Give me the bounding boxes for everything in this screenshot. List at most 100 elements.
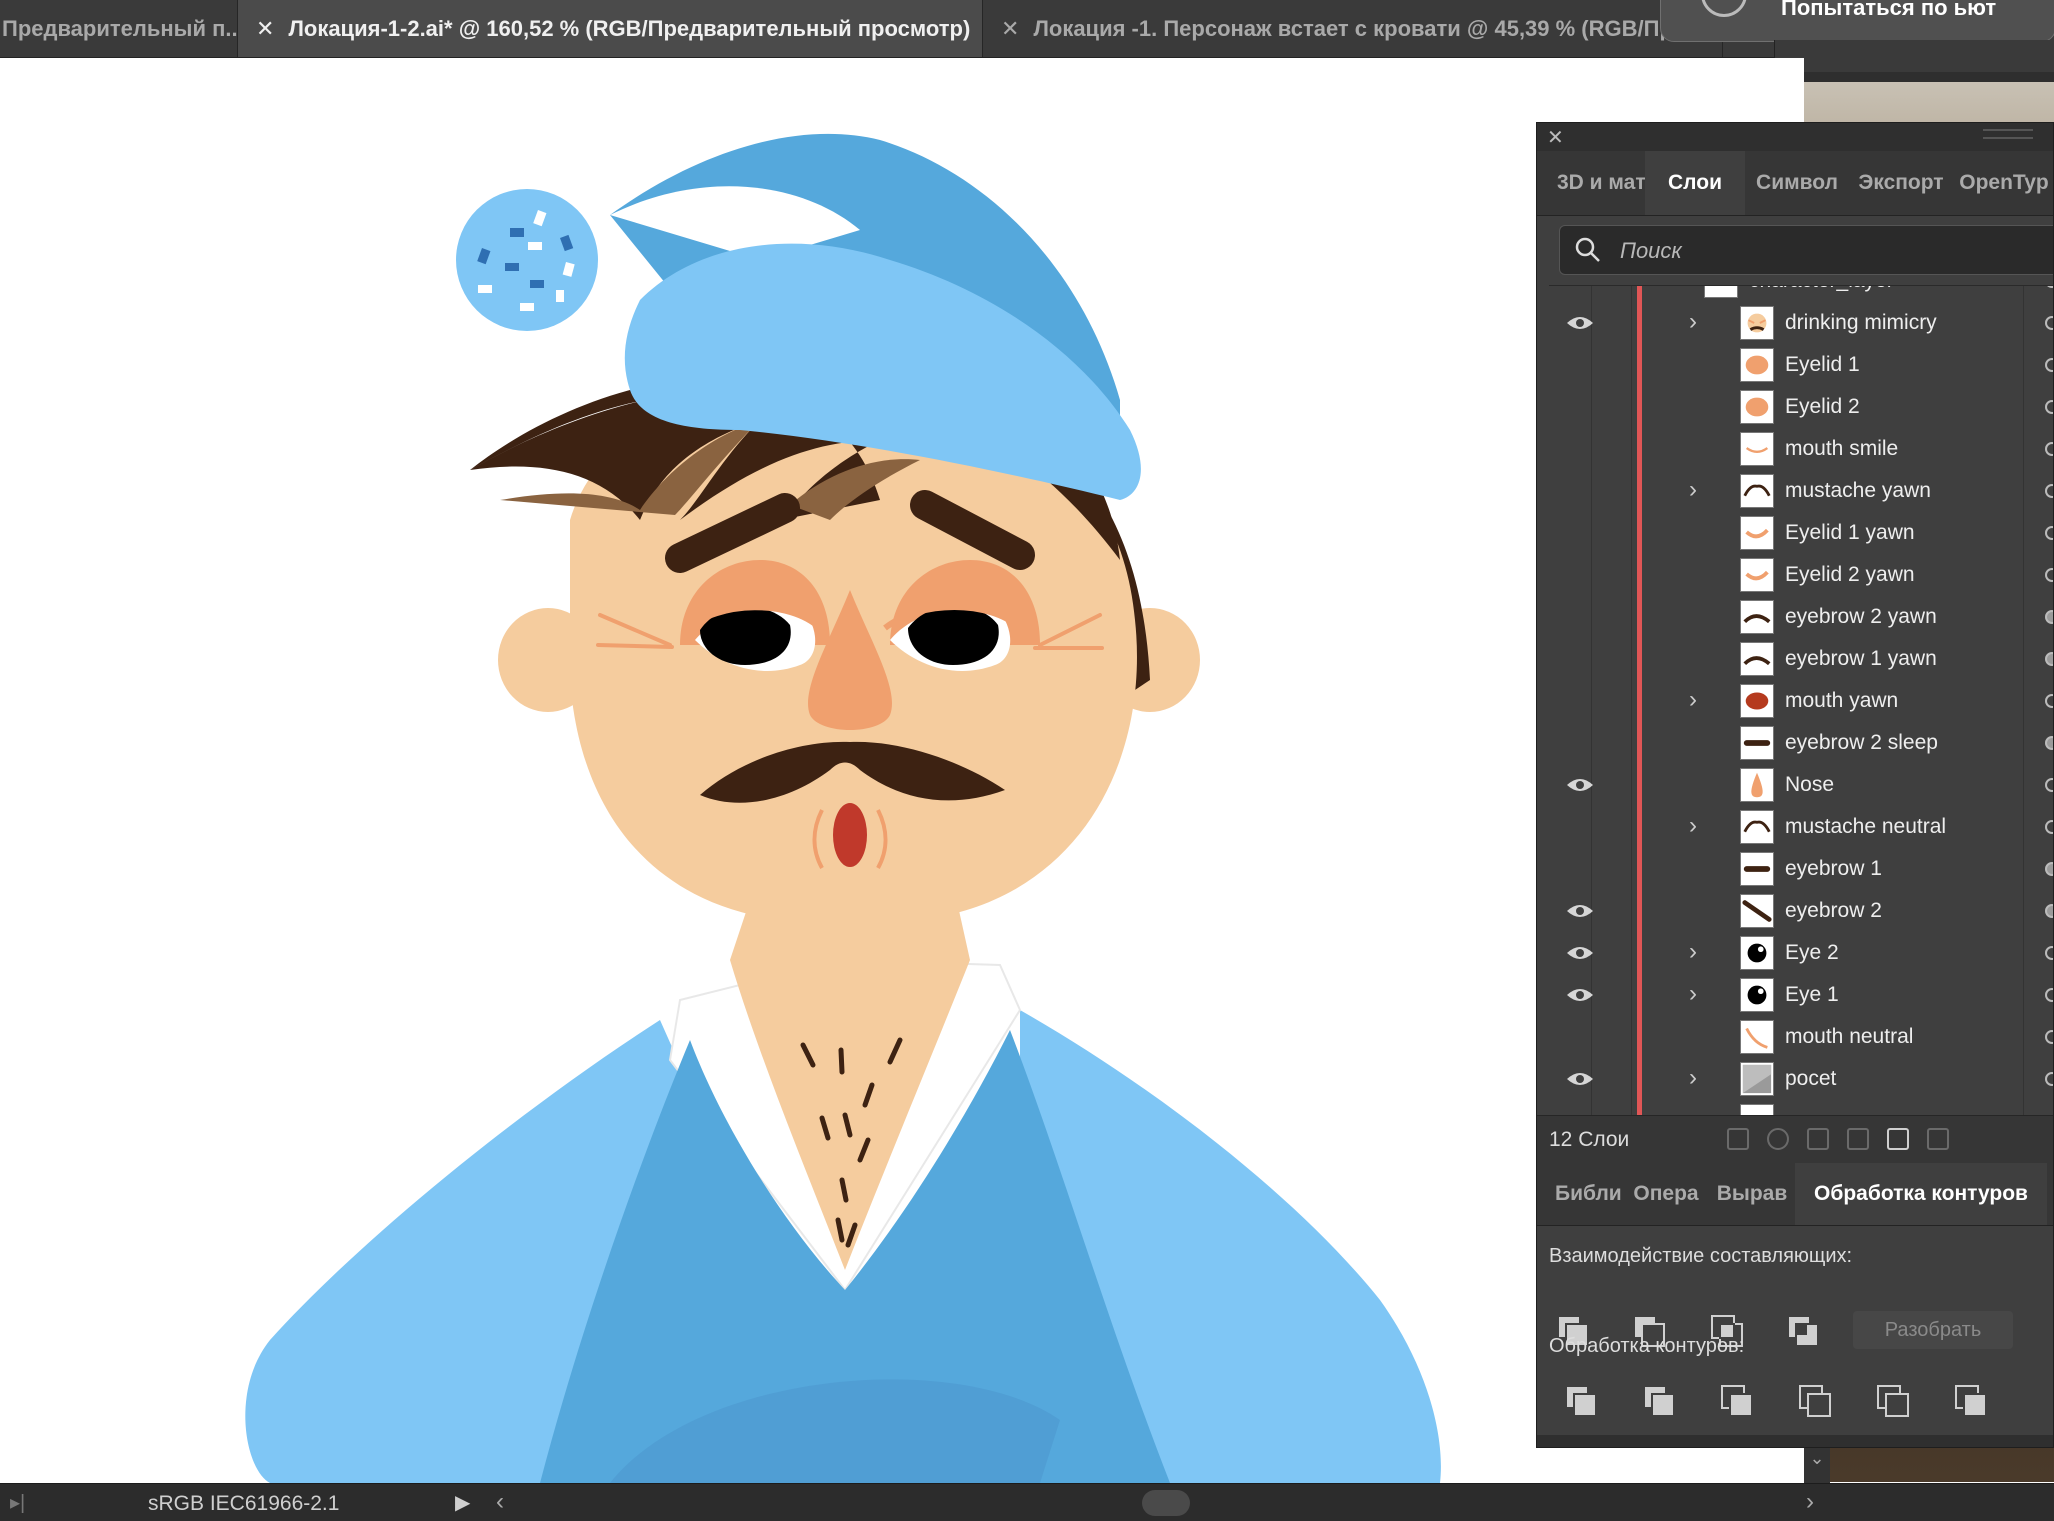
layer-row-partial[interactable] xyxy=(1549,1100,2053,1116)
layer-row[interactable]: eyebrow 1 xyxy=(1549,848,2053,891)
layer-row[interactable]: eyebrow 2 yawn xyxy=(1549,596,2053,639)
merge-button[interactable] xyxy=(1721,1385,1753,1417)
visibility-toggle[interactable] xyxy=(1549,512,1592,554)
lock-toggle[interactable] xyxy=(1591,302,1632,344)
visibility-toggle[interactable] xyxy=(1549,890,1593,932)
target-circle-icon[interactable] xyxy=(2045,568,2053,582)
locate-object-icon[interactable] xyxy=(1767,1128,1789,1150)
chevron-right-icon[interactable]: › xyxy=(1689,308,1697,336)
exclude-button[interactable] xyxy=(1787,1315,1819,1347)
lock-toggle[interactable] xyxy=(1591,554,1632,596)
lock-toggle[interactable] xyxy=(1591,848,1632,890)
target-circle-icon[interactable] xyxy=(2045,610,2053,624)
layer-row-partial[interactable]: character_layer xyxy=(1549,286,2053,303)
new-sublayer-icon[interactable] xyxy=(1847,1128,1869,1150)
layer-row[interactable]: › drinking mimicry xyxy=(1549,302,2053,345)
target-circle-icon[interactable] xyxy=(2045,904,2053,918)
chevron-right-icon[interactable]: › xyxy=(1806,1488,1814,1516)
lock-toggle[interactable] xyxy=(1591,722,1632,764)
target-circle-icon[interactable] xyxy=(2045,442,2053,456)
panel-resize-grip[interactable] xyxy=(1537,1435,2053,1447)
chevron-down-icon[interactable]: ⌄ xyxy=(1804,1448,1830,1483)
chevron-left-icon[interactable]: ‹ xyxy=(496,1488,504,1516)
layer-row[interactable]: eyebrow 1 yawn xyxy=(1549,638,2053,681)
chevron-right-icon[interactable]: › xyxy=(1689,1064,1697,1092)
artboard-nav-icon[interactable]: ▸| xyxy=(10,1490,25,1515)
target-circle-icon[interactable] xyxy=(2045,988,2053,1002)
lock-toggle[interactable] xyxy=(1591,1058,1632,1100)
lock-toggle[interactable] xyxy=(1591,890,1632,932)
lock-toggle[interactable] xyxy=(1591,428,1632,470)
minus-back-button[interactable] xyxy=(1955,1385,1987,1417)
delete-layer-icon[interactable] xyxy=(1927,1128,1949,1150)
lock-toggle[interactable] xyxy=(1591,512,1632,554)
layers-search-field[interactable] xyxy=(1559,225,2053,275)
layer-row[interactable]: eyebrow 2 xyxy=(1549,890,2053,933)
visibility-toggle[interactable] xyxy=(1549,638,1592,680)
clipping-mask-icon[interactable] xyxy=(1807,1128,1829,1150)
layers-list[interactable]: character_layer › drinking mimicry Eyelid … xyxy=(1549,285,2053,1116)
target-circle-icon[interactable] xyxy=(2045,1030,2053,1044)
layer-row[interactable]: Eyelid 1 yawn xyxy=(1549,512,2053,555)
trim-button[interactable] xyxy=(1643,1385,1675,1417)
tab-export[interactable]: Экспорт xyxy=(1849,151,1953,215)
crop-button[interactable] xyxy=(1799,1385,1831,1417)
target-circle-icon[interactable] xyxy=(2045,358,2053,372)
layer-row[interactable]: › Eye 2 xyxy=(1549,932,2053,975)
lock-toggle[interactable] xyxy=(1591,638,1632,680)
layer-row[interactable]: Eyelid 2 yawn xyxy=(1549,554,2053,597)
target-circle-icon[interactable] xyxy=(2045,946,2053,960)
target-circle-icon[interactable] xyxy=(2045,694,2053,708)
visibility-toggle[interactable] xyxy=(1549,1016,1592,1058)
layer-row[interactable]: › mouth yawn xyxy=(1549,680,2053,723)
document-tab-location-1-2[interactable]: ✕ Локация-1-2.ai* @ 160,52 % (RGB/Предва… xyxy=(238,0,983,57)
expand-button[interactable]: Разобрать xyxy=(1853,1311,2013,1349)
visibility-toggle[interactable] xyxy=(1549,554,1592,596)
export-icon[interactable] xyxy=(1727,1128,1749,1150)
tab-3d-materials[interactable]: 3D и мат xyxy=(1537,151,1645,215)
layer-row[interactable]: Eyelid 1 xyxy=(1549,344,2053,387)
horizontal-scrollbar[interactable]: ‹ › xyxy=(496,1488,1814,1516)
layer-row[interactable]: › mustache neutral xyxy=(1549,806,2053,849)
chevron-right-icon[interactable]: › xyxy=(1689,980,1697,1008)
lock-toggle[interactable] xyxy=(1591,596,1632,638)
lock-toggle[interactable] xyxy=(1591,764,1632,806)
visibility-toggle[interactable] xyxy=(1549,932,1593,974)
lock-toggle[interactable] xyxy=(1591,932,1632,974)
scroll-thumb[interactable] xyxy=(1142,1490,1190,1516)
target-circle-icon[interactable] xyxy=(2045,862,2053,876)
tab-libraries[interactable]: Библи xyxy=(1537,1163,1623,1225)
document-tab-location-character[interactable]: ✕ Локация -1. Персонаж встает с кровати … xyxy=(983,0,1723,57)
lock-toggle[interactable] xyxy=(1591,470,1632,512)
chevron-right-icon[interactable]: › xyxy=(1689,686,1697,714)
notification-popup[interactable]: Попытаться по ьют xyxy=(1660,0,2054,42)
tab-layers[interactable]: Слои xyxy=(1645,151,1745,215)
layer-row[interactable]: eyebrow 2 sleep xyxy=(1549,722,2053,765)
layer-row[interactable]: › Eye 1 xyxy=(1549,974,2053,1017)
tab-operations[interactable]: Опера xyxy=(1623,1163,1709,1225)
lock-toggle[interactable] xyxy=(1591,386,1632,428)
lock-toggle[interactable] xyxy=(1591,806,1632,848)
lock-toggle[interactable] xyxy=(1591,1016,1632,1058)
tab-symbols[interactable]: Символ xyxy=(1745,151,1849,215)
target-circle-icon[interactable] xyxy=(2045,400,2053,414)
lock-toggle[interactable] xyxy=(1591,974,1632,1016)
chevron-right-icon[interactable]: › xyxy=(1689,812,1697,840)
visibility-toggle[interactable] xyxy=(1549,974,1593,1016)
target-circle-icon[interactable] xyxy=(2045,526,2053,540)
target-circle-icon[interactable] xyxy=(2045,820,2053,834)
layer-row[interactable]: › mustache yawn xyxy=(1549,470,2053,513)
visibility-toggle[interactable] xyxy=(1549,848,1592,890)
visibility-toggle[interactable] xyxy=(1549,428,1592,470)
new-layer-icon[interactable] xyxy=(1887,1128,1909,1150)
layer-row[interactable]: Eyelid 2 xyxy=(1549,386,2053,429)
visibility-toggle[interactable] xyxy=(1549,806,1592,848)
visibility-toggle[interactable] xyxy=(1549,1058,1593,1100)
tab-opentype[interactable]: OpenTyp xyxy=(1953,151,2053,215)
target-circle-icon[interactable] xyxy=(2045,484,2053,498)
target-circle-icon[interactable] xyxy=(2045,1072,2053,1086)
visibility-toggle[interactable] xyxy=(1549,680,1592,722)
visibility-toggle[interactable] xyxy=(1549,302,1593,344)
divide-button[interactable] xyxy=(1565,1385,1597,1417)
tab-align[interactable]: Вырав xyxy=(1709,1163,1795,1225)
